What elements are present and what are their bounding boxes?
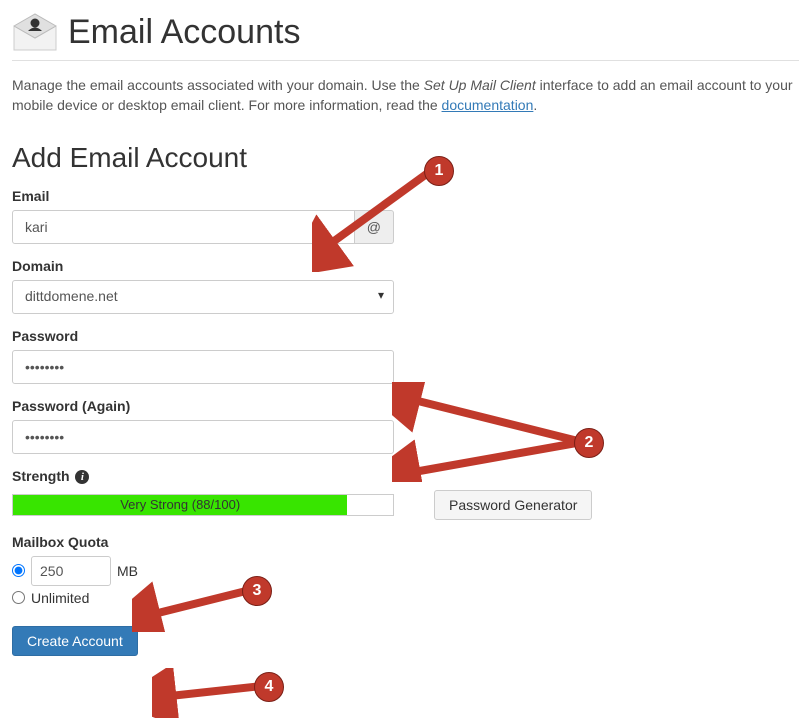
password-generator-button[interactable]: Password Generator: [434, 490, 592, 520]
strength-bar-fill: Very Strong (88/100): [13, 495, 347, 515]
quota-input[interactable]: [31, 556, 111, 586]
email-input[interactable]: [12, 210, 355, 244]
quota-label: Mailbox Quota: [12, 534, 799, 550]
quota-unlimited-label: Unlimited: [31, 590, 89, 606]
info-icon[interactable]: i: [75, 470, 89, 484]
password-input[interactable]: [12, 350, 394, 384]
password2-input[interactable]: [12, 420, 394, 454]
documentation-link[interactable]: documentation: [442, 97, 534, 113]
email-label: Email: [12, 188, 799, 204]
strength-bar: Very Strong (88/100): [12, 494, 394, 516]
strength-label: Strength i: [12, 468, 799, 484]
intro-text: Manage the email accounts associated wit…: [12, 75, 799, 116]
page-header: Email Accounts: [12, 12, 799, 61]
create-account-button[interactable]: Create Account: [12, 626, 138, 656]
section-title: Add Email Account: [12, 142, 799, 174]
domain-select[interactable]: dittdomene.net: [12, 280, 394, 314]
password2-label: Password (Again): [12, 398, 799, 414]
domain-label: Domain: [12, 258, 799, 274]
quota-radio-unlimited[interactable]: [12, 591, 25, 604]
password-label: Password: [12, 328, 799, 344]
quota-unit: MB: [117, 563, 138, 579]
quota-radio-value[interactable]: [12, 564, 25, 577]
at-addon: @: [355, 210, 394, 244]
callout-4: 4: [254, 672, 284, 702]
envelope-icon: [12, 12, 58, 52]
page-title: Email Accounts: [68, 13, 300, 52]
